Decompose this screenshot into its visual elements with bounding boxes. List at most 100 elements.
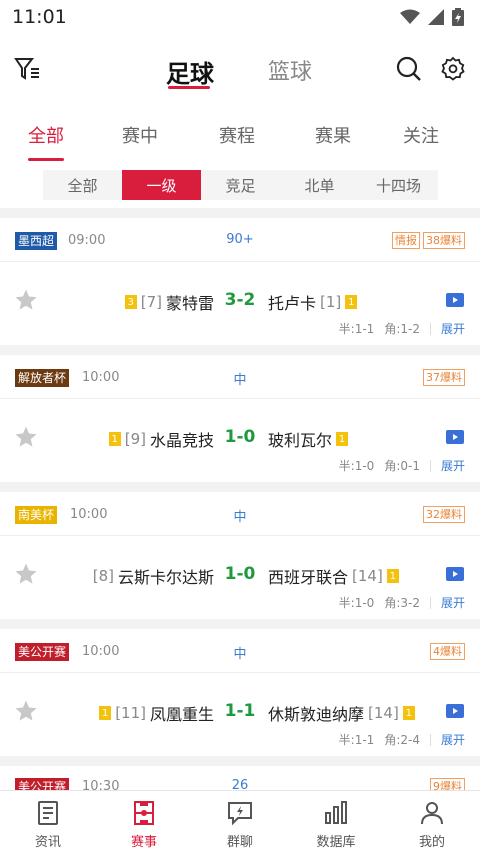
yellow-card-badge: 1 <box>108 432 121 446</box>
away-rank: [1] <box>320 293 342 311</box>
video-icon[interactable] <box>446 429 464 445</box>
pitch-icon <box>134 801 154 825</box>
home-team: 1 [11] 凤凰重生 <box>99 701 214 725</box>
league-badge: 墨西超 <box>15 232 58 250</box>
level-all[interactable]: 全部 <box>43 170 122 200</box>
yellow-card-badge: 1 <box>345 295 358 309</box>
away-team-name: 西班牙联合 <box>268 568 349 587</box>
level-filter-bar: 全部 一级 竞足 北单 十四场 <box>0 166 480 208</box>
tab-live[interactable]: 赛中 <box>100 122 180 148</box>
match-time: 09:00 <box>68 233 106 248</box>
level-14[interactable]: 十四场 <box>359 170 438 200</box>
away-team-name: 托卢卡 <box>268 294 317 313</box>
match-score: 3-2 <box>224 290 256 310</box>
star-icon[interactable] <box>14 288 38 312</box>
signal-icon <box>428 9 444 25</box>
status-time: 11:01 <box>12 6 67 28</box>
tab-all[interactable]: 全部 <box>6 122 86 148</box>
match-status: 中 <box>233 647 247 662</box>
status-tab-indicator <box>28 158 64 161</box>
tab-follow[interactable]: 关注 <box>381 122 461 148</box>
match-time: 10:00 <box>82 644 120 659</box>
league-badge: 美公开赛 <box>15 778 70 790</box>
match-card[interactable]: 墨西超 09:00 90+ 情报 38爆料 3 [7] 蒙特雷 3-2 托卢卡 … <box>0 218 480 345</box>
news-icon <box>38 801 58 825</box>
star-icon[interactable] <box>14 562 38 586</box>
gear-icon[interactable] <box>440 56 466 82</box>
home-rank: [7] <box>140 293 162 311</box>
home-team: 3 [7] 蒙特雷 <box>124 290 214 314</box>
away-team: 休斯敦迪纳摩 [14] 1 <box>268 701 415 725</box>
tab-results[interactable]: 赛果 <box>293 122 373 148</box>
yellow-card-badge: 1 <box>386 569 399 583</box>
video-icon[interactable] <box>446 292 464 308</box>
star-icon[interactable] <box>14 699 38 723</box>
home-team-name: 云斯卡尔达斯 <box>117 568 214 587</box>
tips-tag[interactable]: 38爆料 <box>423 232 465 249</box>
match-card[interactable]: 美公开赛 10:30 26 9爆料 <box>0 766 480 790</box>
yellow-card-badge: 1 <box>99 706 112 720</box>
away-team: 托卢卡 [1] 1 <box>268 290 358 314</box>
league-badge: 南美杯 <box>15 506 58 524</box>
match-status: 26 <box>231 778 249 790</box>
expand-link[interactable]: 展开 <box>441 594 465 611</box>
video-icon[interactable] <box>446 566 464 582</box>
home-team: 1 [9] 水晶竞技 <box>108 427 214 451</box>
match-card[interactable]: 南美杯 10:00 中 32爆料 [8] 云斯卡尔达斯 1-0 西班牙联合 [1… <box>0 492 480 619</box>
nav-database[interactable]: 数据库 <box>288 791 384 853</box>
top-header: 足球 篮球 <box>0 34 480 106</box>
corner-score: 角:2-4 <box>384 733 420 747</box>
match-score: 1-0 <box>224 427 256 447</box>
match-card[interactable]: 美公开赛 10:00 中 4爆料 1 [11] 凤凰重生 1-1 休斯敦迪纳摩 … <box>0 629 480 756</box>
info-tag[interactable]: 情报 <box>392 232 420 249</box>
user-icon <box>421 802 443 825</box>
match-score: 1-0 <box>224 564 256 584</box>
tab-schedule[interactable]: 赛程 <box>197 122 277 148</box>
yellow-card-badge: 1 <box>402 706 415 720</box>
status-bar: 11:01 <box>0 0 480 34</box>
match-score: 1-1 <box>224 701 256 721</box>
nav-news[interactable]: 资讯 <box>0 791 96 853</box>
home-rank: [9] <box>124 430 146 448</box>
home-rank: [8] <box>92 567 114 585</box>
league-badge: 美公开赛 <box>15 643 70 661</box>
home-team: [8] 云斯卡尔达斯 <box>93 564 214 588</box>
away-rank: [14] <box>352 567 383 585</box>
expand-link[interactable]: 展开 <box>441 320 465 337</box>
match-status: 90+ <box>226 232 254 247</box>
home-team-name: 蒙特雷 <box>165 294 214 313</box>
nav-matches[interactable]: 赛事 <box>96 791 192 853</box>
away-team-name: 休斯敦迪纳摩 <box>268 705 365 724</box>
tips-tag[interactable]: 32爆料 <box>423 506 465 523</box>
search-icon[interactable] <box>396 56 422 82</box>
away-team: 西班牙联合 [14] 1 <box>268 564 399 588</box>
level-first[interactable]: 一级 <box>122 170 201 200</box>
expand-link[interactable]: 展开 <box>441 457 465 474</box>
tab-basketball[interactable]: 篮球 <box>268 54 312 86</box>
level-jingzu[interactable]: 竞足 <box>201 170 280 200</box>
expand-link[interactable]: 展开 <box>441 731 465 748</box>
wifi-icon <box>400 9 420 24</box>
home-rank: [11] <box>115 704 146 722</box>
filter-icon[interactable] <box>14 56 40 82</box>
league-badge: 解放者杯 <box>15 369 70 387</box>
match-status: 中 <box>233 510 247 525</box>
yellow-card-badge: 3 <box>124 295 137 309</box>
tips-tag[interactable]: 9爆料 <box>430 778 465 790</box>
match-card[interactable]: 解放者杯 10:00 中 37爆料 1 [9] 水晶竞技 1-0 玻利瓦尔 1 … <box>0 355 480 482</box>
match-time: 10:00 <box>70 507 108 522</box>
nav-profile[interactable]: 我的 <box>384 791 480 853</box>
home-team-name: 凤凰重生 <box>149 705 214 724</box>
level-beidan[interactable]: 北单 <box>280 170 359 200</box>
corner-score: 角:0-1 <box>384 459 420 473</box>
chart-icon <box>325 801 347 824</box>
video-icon[interactable] <box>446 703 464 719</box>
away-team: 玻利瓦尔 1 <box>268 427 349 451</box>
corner-score: 角:1-2 <box>384 322 420 336</box>
tips-tag[interactable]: 37爆料 <box>423 369 465 386</box>
halftime-score: 半:1-0 <box>338 459 375 473</box>
tab-football[interactable]: 足球 <box>166 54 214 89</box>
tips-tag[interactable]: 4爆料 <box>430 643 465 660</box>
nav-chat[interactable]: 群聊 <box>192 791 288 853</box>
star-icon[interactable] <box>14 425 38 449</box>
